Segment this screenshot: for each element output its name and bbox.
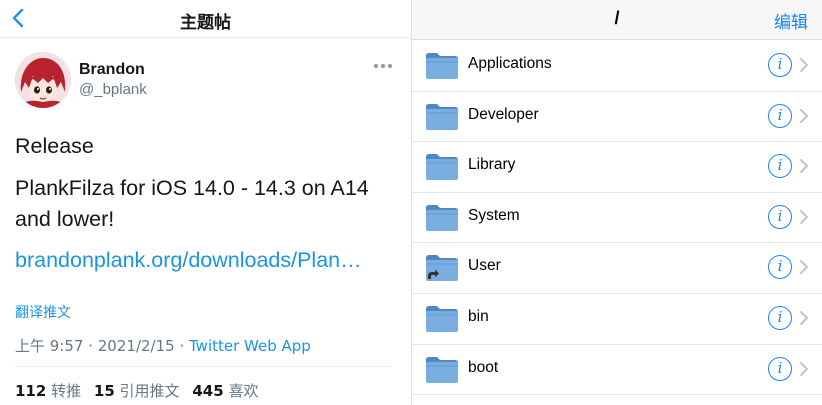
file-name: System	[468, 206, 520, 224]
avatar-image-icon	[15, 52, 71, 108]
file-navbar: / 编辑	[412, 0, 822, 40]
like-label: 喜欢	[228, 382, 259, 400]
tweet-text-line: and lower!	[15, 207, 115, 231]
folder-icon	[426, 154, 458, 181]
folder-alias-icon	[426, 255, 458, 282]
chevron-right-icon	[800, 108, 808, 123]
info-icon[interactable]: i	[768, 305, 792, 330]
file-name: boot	[468, 358, 499, 376]
info-icon[interactable]: i	[768, 154, 792, 179]
file-list: Applications i Developer i Library i System…	[412, 41, 822, 396]
path-title: /	[614, 8, 620, 28]
divider	[15, 366, 391, 367]
retweet-count: 112	[15, 382, 47, 400]
chevron-right-icon	[800, 58, 808, 72]
file-row[interactable]: System i	[412, 193, 822, 244]
info-icon[interactable]: i	[768, 204, 792, 229]
file-name: Library	[468, 156, 516, 174]
tweet-text-line: PlankFilza for iOS 14.0 - 14.3 on A14	[15, 176, 369, 200]
tweet-stats: 112 转推 15 引用推文 445 喜欢	[15, 380, 266, 401]
tweet-link[interactable]: brandonplank.org/downloads/Plan…	[15, 248, 362, 273]
info-icon[interactable]: i	[768, 103, 792, 128]
info-icon[interactable]: i	[768, 255, 792, 280]
chevron-right-icon	[800, 361, 808, 376]
file-row[interactable]: Applications i	[412, 41, 822, 92]
file-browser-pane: / 编辑 Applications i Developer i Library i S…	[412, 0, 822, 405]
quote-label: 引用推文	[119, 382, 180, 400]
avatar[interactable]	[15, 52, 71, 108]
likes-stat[interactable]: 445 喜欢	[192, 382, 258, 400]
folder-icon	[426, 103, 458, 130]
folder-icon	[426, 305, 458, 332]
chevron-right-icon	[800, 260, 808, 275]
file-name: Developer	[468, 105, 539, 123]
tweet-date: 2021/2/15	[97, 337, 175, 355]
info-icon[interactable]: i	[768, 53, 792, 77]
file-row[interactable]: boot i	[412, 345, 822, 396]
tweet-pane: 主题帖 Brandon @_bplank Release PlankFilza …	[0, 0, 411, 405]
file-name: User	[468, 257, 501, 275]
tweet-meta: 上午 9:57 · 2021/2/15 · Twitter Web App	[15, 335, 311, 356]
file-row[interactable]: Developer i	[412, 92, 822, 143]
file-name: Applications	[468, 55, 552, 72]
tweet-time: 上午 9:57	[15, 337, 84, 355]
author-handle[interactable]: @_bplank	[79, 81, 147, 98]
tweet-text-line: Release	[15, 134, 94, 158]
folder-icon	[426, 204, 458, 231]
chevron-right-icon	[800, 159, 808, 174]
file-name: bin	[468, 307, 489, 325]
translate-tweet-link[interactable]: 翻译推文	[15, 302, 71, 322]
tweet-source-link[interactable]: Twitter Web App	[189, 337, 311, 355]
page-title: 主题帖	[180, 13, 231, 33]
file-row[interactable]: Library i	[412, 142, 822, 193]
edit-button[interactable]: 编辑	[774, 8, 808, 33]
folder-icon	[426, 356, 458, 383]
quote-count: 15	[93, 382, 115, 400]
meta-separator: ·	[83, 337, 98, 355]
quotes-stat[interactable]: 15 引用推文	[94, 382, 180, 400]
retweet-label: 转推	[51, 382, 82, 400]
more-options-icon[interactable]	[372, 58, 394, 72]
retweets-stat[interactable]: 112 转推	[15, 382, 81, 400]
author-name[interactable]: Brandon	[79, 61, 145, 79]
like-count: 445	[192, 382, 224, 400]
meta-separator: ·	[174, 337, 189, 355]
tweet-navbar: 主题帖	[0, 0, 411, 38]
file-row[interactable]: User i	[412, 243, 822, 294]
chevron-right-icon	[800, 209, 808, 224]
info-icon[interactable]: i	[768, 356, 792, 381]
chevron-right-icon	[800, 310, 808, 325]
file-row[interactable]: bin i	[412, 294, 822, 345]
folder-icon	[426, 53, 458, 79]
